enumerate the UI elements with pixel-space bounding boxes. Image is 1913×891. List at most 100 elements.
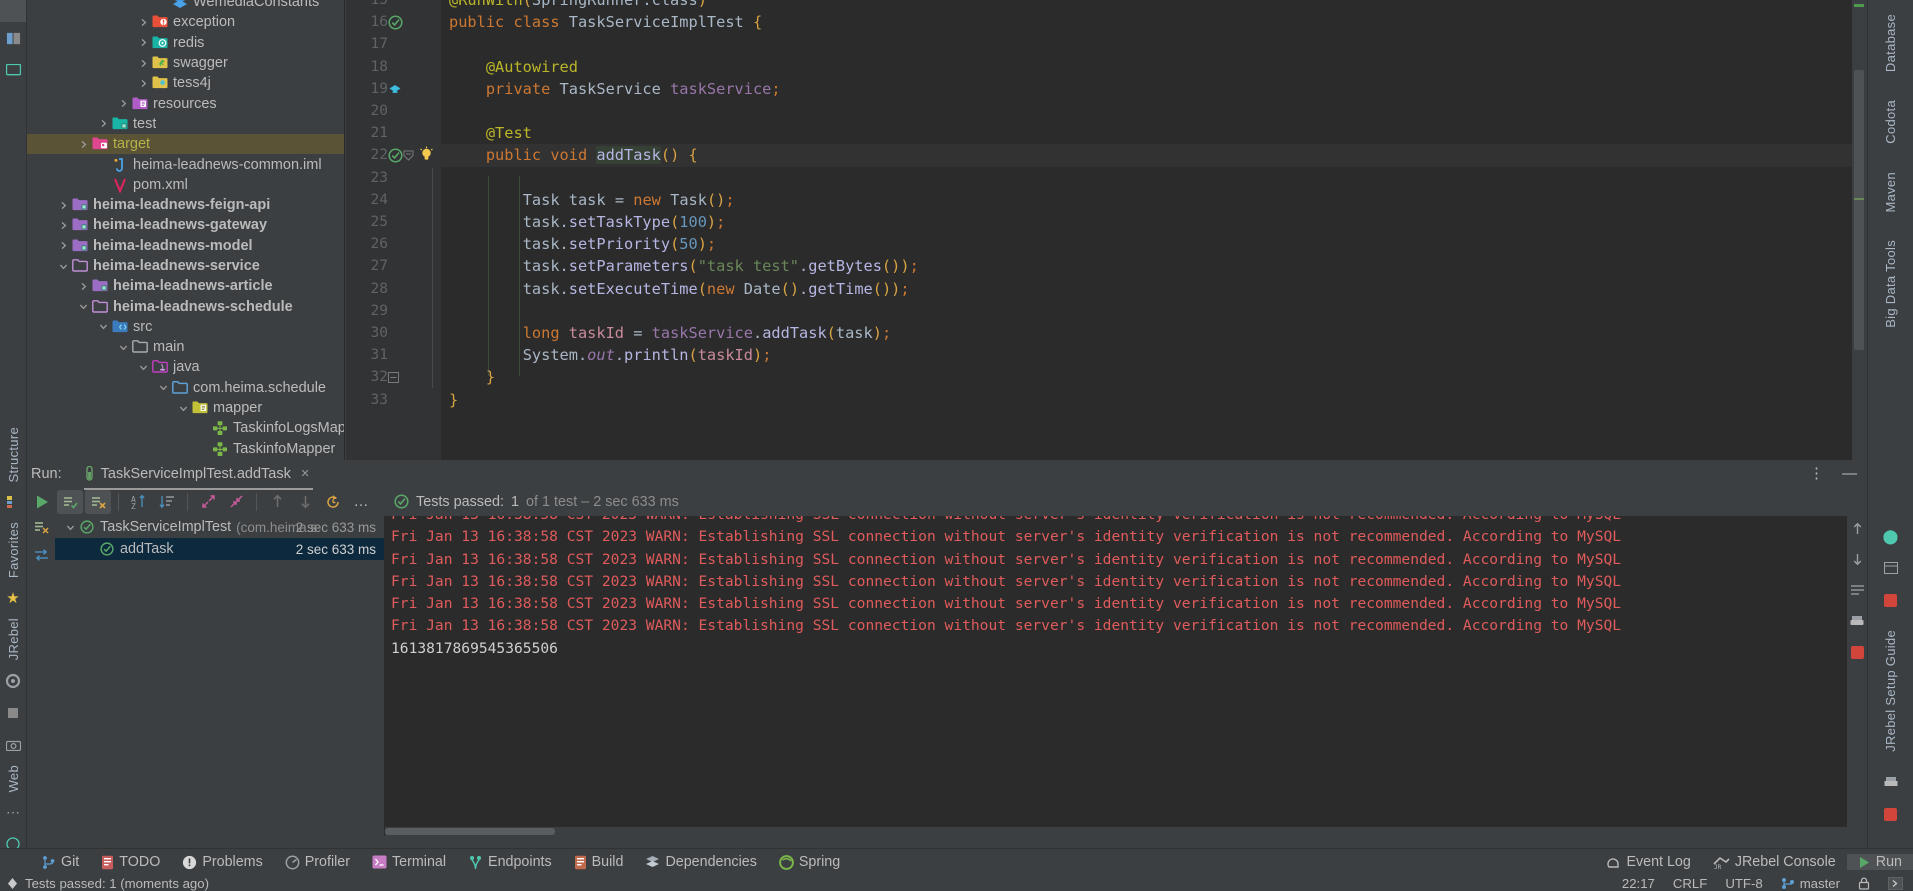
sort-by-duration-button[interactable] [154, 490, 180, 514]
gutter-line-15[interactable]: 15 [346, 0, 441, 11]
tree-item-heima-leadnews-gateway[interactable]: heima-leadnews-gateway [27, 215, 344, 235]
chevron-right-icon[interactable] [98, 118, 109, 129]
chevron-down-icon[interactable] [78, 301, 89, 312]
sidebar-item-jrebel[interactable]: JRebel [6, 614, 21, 664]
gutter-line-32[interactable]: 32 [346, 366, 441, 388]
code-line-32[interactable]: } [441, 366, 1866, 388]
tree-item-tess4j[interactable]: tess4j [27, 73, 344, 93]
git-tool-button[interactable]: Git [30, 849, 90, 875]
tree-item-taskinfomapper[interactable]: TaskinfoMapper [27, 439, 344, 459]
console-scrollbar-thumb[interactable] [385, 828, 555, 835]
chevron-down-icon[interactable] [178, 403, 189, 414]
file-encoding[interactable]: UTF-8 [1725, 876, 1762, 891]
editor-code-area[interactable]: @RunWith(SpringRunner.class) public class… [441, 0, 1866, 460]
sidebar-item-database[interactable]: Database [1883, 10, 1898, 76]
chevron-right-icon[interactable] [78, 139, 89, 150]
tree-item-heima-leadnews-model[interactable]: heima-leadnews-model [27, 236, 344, 256]
project-tool-icon[interactable] [3, 28, 23, 48]
code-editor[interactable]: 15 16 17 18 19 20 21 22 23 24 25 26 27 28 29 30 31 32 33 @… [346, 0, 1866, 460]
chevron-down-icon[interactable] [158, 382, 169, 393]
delete-red-icon[interactable] [1881, 804, 1901, 824]
sidebar-item-codota[interactable]: Codota [1883, 96, 1898, 148]
build-tool-button[interactable]: Build [563, 849, 635, 875]
tree-item-target[interactable]: target [27, 134, 344, 155]
code-line-22[interactable]: public void addTask() { [441, 144, 1866, 167]
code-line-23[interactable] [441, 167, 1866, 189]
bottom-tool-bar[interactable]: Git TODO Problems Profiler Terminal Endpoints… [0, 848, 1913, 875]
tree-item-swagger[interactable]: swagger [27, 53, 344, 73]
gutter-line-24[interactable]: 24 [346, 189, 441, 211]
web-preview-icon[interactable] [3, 60, 23, 80]
sidebar-item-bigdatatools[interactable]: Big Data Tools [1883, 236, 1898, 332]
chevron-right-icon[interactable] [118, 98, 129, 109]
star-icon[interactable]: ★ [3, 588, 23, 608]
terminal-tool-button[interactable]: Terminal [361, 849, 457, 875]
collapse-all-button[interactable] [223, 490, 249, 514]
gutter-line-33[interactable]: 33 [346, 389, 441, 411]
sort-alphabetically-button[interactable]: AZ [126, 490, 152, 514]
code-line-18[interactable]: @Autowired [441, 56, 1866, 78]
camera-icon[interactable] [3, 735, 23, 755]
close-icon[interactable]: × [301, 466, 309, 482]
filter-icon[interactable] [34, 520, 49, 534]
profiler-tool-button[interactable]: Profiler [274, 849, 361, 875]
fold-gutter-icon[interactable] [388, 371, 410, 383]
code-line-25[interactable]: task.setTaskType(100); [441, 211, 1866, 233]
print-icon[interactable] [1850, 615, 1864, 628]
sidebar-item-web[interactable]: Web [6, 761, 21, 796]
run-tab[interactable]: TaskServiceImplTest.addTask × [80, 463, 318, 490]
minimize-icon[interactable]: — [1842, 465, 1857, 482]
rerun-button[interactable] [29, 490, 55, 514]
stop-icon[interactable] [3, 703, 23, 723]
code-line-27[interactable]: task.setParameters("task test".getBytes(… [441, 255, 1866, 277]
code-line-26[interactable]: task.setPriority(50); [441, 233, 1866, 255]
gutter-line-19[interactable]: 19 [346, 78, 441, 100]
tree-item-heima-leadnews-feign-api[interactable]: heima-leadnews-feign-api [27, 195, 344, 215]
chevron-right-icon[interactable] [58, 200, 69, 211]
tree-item-wemediaconstants[interactable]: WemediaConstants [27, 0, 344, 12]
tree-item-heima-leadnews-schedule[interactable]: heima-leadnews-schedule [27, 296, 344, 316]
code-line-30[interactable]: long taskId = taskService.addTask(task); [441, 322, 1866, 344]
tree-item-com-heima-schedule[interactable]: com.heima.schedule [27, 378, 344, 398]
chevron-down-icon[interactable] [58, 261, 69, 272]
chevron-right-icon[interactable] [58, 240, 69, 251]
show-passed-button[interactable] [57, 489, 83, 514]
tree-item-resources[interactable]: resources [27, 93, 344, 113]
run-toolbar[interactable]: AZ … Tests passed: 1 of 1 test – 2 sec 6… [27, 487, 1867, 516]
console-horizontal-scrollbar[interactable] [385, 827, 1847, 836]
code-line-21[interactable]: @Test [441, 122, 1866, 144]
sidebar-item-jrebel-setup-guide[interactable]: JRebel Setup Guide [1883, 626, 1898, 756]
gutter-line-18[interactable]: 18 [346, 56, 441, 78]
spring-bean-gutter-icon[interactable] [388, 82, 410, 96]
code-line-17[interactable] [441, 33, 1866, 55]
jrebel-logo-icon[interactable]: ⬤ [1881, 526, 1901, 546]
chevron-right-icon[interactable] [138, 17, 149, 28]
chevron-right-icon[interactable] [58, 220, 69, 231]
run-test-gutter-icon[interactable] [388, 15, 410, 30]
gutter-line-30[interactable]: 30 [346, 322, 441, 344]
printer-icon[interactable] [1881, 772, 1901, 792]
tree-item-src[interactable]: src [27, 317, 344, 337]
tree-item-heima-leadnews-common-iml[interactable]: heima-leadnews-common.iml [27, 154, 344, 174]
code-line-24[interactable]: Task task = new Task(); [441, 189, 1866, 211]
lock-icon[interactable] [1858, 877, 1870, 890]
previous-failed-button[interactable] [264, 490, 290, 514]
run-tool-button[interactable]: Run [1846, 854, 1913, 870]
tree-item-exception[interactable]: exception [27, 12, 344, 32]
chevron-right-icon[interactable] [138, 37, 149, 48]
expand-all-button[interactable] [195, 490, 221, 514]
gutter-line-25[interactable]: 25 [346, 211, 441, 233]
hide-passed-button[interactable] [85, 489, 111, 514]
code-line-20[interactable] [441, 100, 1866, 122]
code-line-15[interactable]: @RunWith(SpringRunner.class) [441, 0, 1866, 11]
jrebel-console-tool-button[interactable]: JR JRebel Console [1702, 854, 1847, 870]
scroll-up-icon[interactable] [1851, 522, 1864, 535]
gutter-line-23[interactable]: 23 [346, 167, 441, 189]
code-line-19[interactable]: private TaskService taskService; [441, 78, 1866, 100]
tree-item-test[interactable]: test [27, 114, 344, 134]
code-line-28[interactable]: task.setExecuteTime(new Date().getTime()… [441, 278, 1866, 300]
chevron-down-icon[interactable] [138, 362, 149, 373]
code-line-33[interactable]: } [441, 389, 1866, 411]
sidebar-item-maven[interactable]: Maven [1883, 168, 1898, 217]
test-tree-row[interactable]: TaskServiceImplTest (com.heima.s 2 sec 633… [55, 516, 384, 538]
